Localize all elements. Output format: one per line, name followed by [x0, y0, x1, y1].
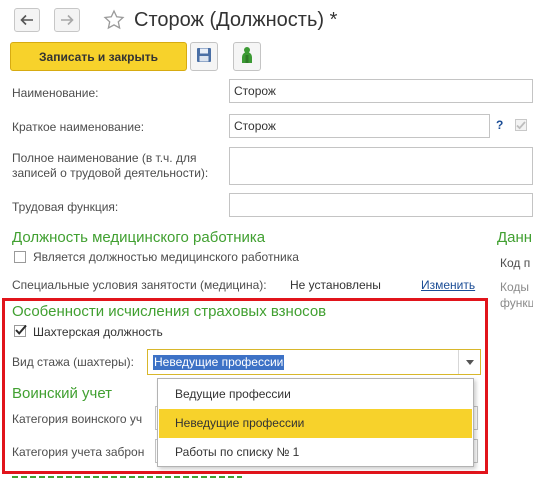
- name-input[interactable]: Сторож: [229, 79, 533, 103]
- labor-function-input[interactable]: [229, 193, 533, 217]
- right-line3: функц: [500, 296, 533, 310]
- is-medical-checkbox[interactable]: [14, 251, 26, 263]
- is-medical-label: Является должностью медицинского работни…: [33, 250, 299, 264]
- person-structure-icon: [239, 46, 255, 67]
- option-non-leading-professions[interactable]: Неведущие профессии: [159, 409, 472, 438]
- right-line2: Коды: [500, 280, 530, 294]
- full-name-label-line2: записей о трудовой деятельности):: [12, 166, 209, 180]
- full-name-input[interactable]: [229, 147, 533, 185]
- floppy-disk-icon: [196, 47, 212, 66]
- arrow-left-icon: [20, 14, 34, 26]
- labor-function-label: Трудовая функция:: [12, 200, 119, 214]
- medical-section-title: Должность медицинского работника: [12, 229, 266, 246]
- experience-dropdown-list: Ведущие профессии Неведущие профессии Ра…: [157, 378, 474, 467]
- forward-button[interactable]: [54, 8, 80, 32]
- save-and-close-button[interactable]: Записать и закрыть: [10, 42, 187, 71]
- right-section-title: Данн: [497, 229, 533, 246]
- short-name-auto-checkbox[interactable]: [515, 119, 527, 131]
- full-name-label-line1: Полное наименование (в т.ч. для: [12, 151, 197, 165]
- hierarchy-button[interactable]: [233, 42, 261, 71]
- special-conditions-label: Специальные условия занятости (медицина)…: [12, 278, 267, 292]
- name-label: Наименование:: [12, 86, 99, 100]
- favorite-star-icon[interactable]: [103, 9, 125, 34]
- short-name-label: Краткое наименование:: [12, 120, 145, 134]
- special-conditions-value: Не установлены: [290, 278, 381, 292]
- back-button[interactable]: [14, 8, 40, 32]
- option-leading-professions[interactable]: Ведущие профессии: [159, 380, 472, 409]
- option-list-1-works[interactable]: Работы по списку № 1: [159, 438, 472, 467]
- short-name-input[interactable]: Сторож: [229, 114, 490, 138]
- change-link[interactable]: Изменить: [421, 278, 475, 292]
- window-title: Сторож (Должность) *: [134, 9, 338, 31]
- arrow-right-icon: [60, 14, 74, 26]
- help-link[interactable]: ?: [496, 118, 503, 132]
- right-code-label: Код п: [500, 256, 531, 270]
- save-button[interactable]: [190, 42, 218, 71]
- cut-off-bottom-line: [12, 472, 242, 479]
